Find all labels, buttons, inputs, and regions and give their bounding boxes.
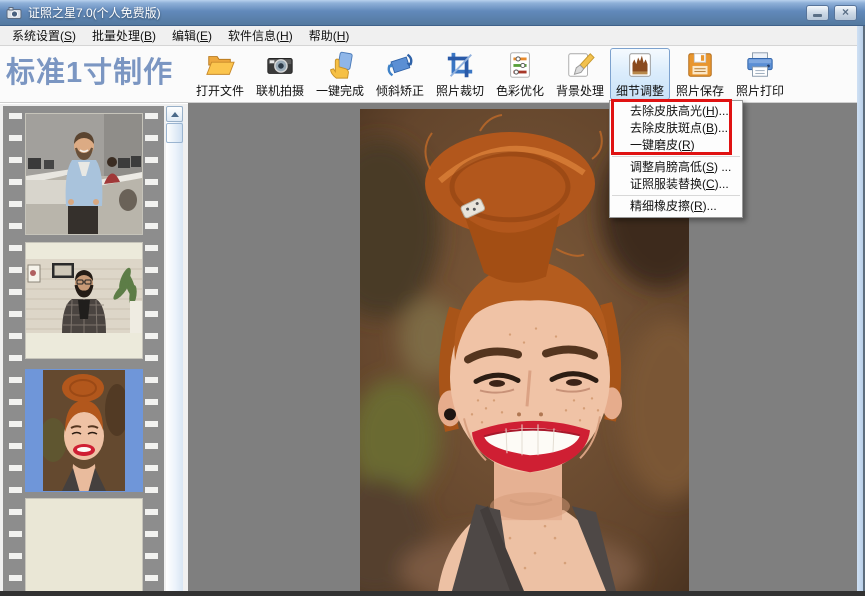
toolbar-button-label: 打开文件 <box>196 82 244 99</box>
crop-icon <box>445 50 475 80</box>
menu-text: 编辑( <box>172 29 200 43</box>
menubar: 系统设置(S) 批量处理(B) 编辑(E) 软件信息(H) 帮助(H) <box>0 26 865 46</box>
tilt-correct-icon <box>385 50 415 80</box>
toolbar-button-label: 一键完成 <box>316 82 364 99</box>
app-camera-icon <box>6 5 22 21</box>
menu-text: ) <box>345 29 349 43</box>
toolbar-button-detail-adjust[interactable]: 细节调整 <box>610 48 670 100</box>
close-button[interactable]: × <box>834 5 857 21</box>
menu-key: S <box>706 160 714 174</box>
menu-item-replace-id-clothes[interactable]: 证照服装替换(C)... <box>610 176 742 193</box>
thumbnail-bearded-man[interactable] <box>25 242 143 359</box>
menu-text: 软件信息( <box>228 29 280 43</box>
menu-item-adjust-shoulder-height[interactable]: 调整肩膀高低(S) ... <box>610 159 742 176</box>
toolbar-button-one-click-finish[interactable]: 一键完成 <box>310 48 370 100</box>
menu-text: 精细橡皮擦( <box>630 199 694 213</box>
menu-text: ) <box>289 29 293 43</box>
film-sprocket-holes <box>145 108 158 591</box>
toolbar-button-label: 细节调整 <box>616 82 664 99</box>
filmstrip-scrollbar[interactable] <box>166 106 183 591</box>
titlebar: 证照之星7.0(个人免费版) × <box>0 0 865 26</box>
thumbnail-redhead-woman-selected[interactable] <box>25 369 143 492</box>
photo-canvas <box>188 103 857 591</box>
menu-text: ) ... <box>714 160 731 174</box>
menu-text: 证照服装替换( <box>630 177 706 191</box>
menubar-item-edit[interactable]: 编辑(E) <box>164 27 220 44</box>
menu-key: S <box>64 29 72 43</box>
close-icon: × <box>842 6 849 18</box>
thumbnail-office-man[interactable] <box>25 113 143 235</box>
toolbar-button-label: 照片打印 <box>736 82 784 99</box>
scroll-up-button[interactable] <box>166 106 183 122</box>
printer-icon <box>745 50 775 80</box>
menu-key: H <box>280 29 289 43</box>
menu-text: 帮助( <box>309 29 337 43</box>
menu-text: )... <box>715 177 729 191</box>
menubar-item-software-info[interactable]: 软件信息(H) <box>220 27 301 44</box>
page-title: 标准1寸制作 <box>0 46 190 100</box>
color-sliders-icon <box>505 50 535 80</box>
menu-key: R <box>694 199 703 213</box>
menu-item-fine-eraser[interactable]: 精细橡皮擦(R)... <box>610 198 742 215</box>
window-title: 证照之星7.0(个人免费版) <box>28 4 161 21</box>
toolbar-button-tilt-correct[interactable]: 倾斜矫正 <box>370 48 430 100</box>
toolbar-button-tethered-shoot[interactable]: 联机拍摄 <box>250 48 310 100</box>
menu-text: 调整肩膀高低( <box>630 160 706 174</box>
menu-text: ) <box>72 29 76 43</box>
window-right-border <box>857 26 865 596</box>
menu-text: ) <box>152 29 156 43</box>
menu-key: B <box>144 29 152 43</box>
toolbar-button-label: 照片裁切 <box>436 82 484 99</box>
toolbar-button-label: 照片保存 <box>676 82 724 99</box>
menu-key: C <box>706 177 715 191</box>
toolbar: 标准1寸制作 打开文件 联机拍摄 一键完成 倾斜矫正 照片裁切 色彩优化 背景处… <box>0 46 865 103</box>
toolbar-button-print-photo[interactable]: 照片打印 <box>730 48 790 100</box>
histogram-icon <box>625 50 655 80</box>
menu-separator <box>612 156 740 157</box>
one-click-hand-icon <box>325 50 355 80</box>
camera-icon <box>265 50 295 80</box>
menu-text: )... <box>703 199 717 213</box>
toolbar-button-label: 背景处理 <box>556 82 604 99</box>
toolbar-button-crop[interactable]: 照片裁切 <box>430 48 490 100</box>
toolbar-button-save-photo[interactable]: 照片保存 <box>670 48 730 100</box>
menubar-item-system-settings[interactable]: 系统设置(S) <box>4 27 84 44</box>
minimize-button[interactable] <box>806 5 829 21</box>
toolbar-button-background-process[interactable]: 背景处理 <box>550 48 610 100</box>
film-sprocket-holes <box>9 108 22 591</box>
filmstrip <box>3 106 164 591</box>
annotation-red-box <box>611 99 732 155</box>
menu-text: 系统设置( <box>12 29 64 43</box>
toolbar-button-color-optimize[interactable]: 色彩优化 <box>490 48 550 100</box>
scrollbar-thumb[interactable] <box>166 123 183 143</box>
menu-text: 批量处理( <box>92 29 144 43</box>
app-window: 证照之星7.0(个人免费版) × 系统设置(S) 批量处理(B) 编辑(E) 软… <box>0 0 865 596</box>
toolbar-button-label: 倾斜矫正 <box>376 82 424 99</box>
menu-key: E <box>200 29 208 43</box>
open-folder-icon <box>205 50 235 80</box>
toolbar-button-label: 色彩优化 <box>496 82 544 99</box>
menubar-item-help[interactable]: 帮助(H) <box>301 27 358 44</box>
background-brush-icon <box>565 50 595 80</box>
filmstrip-sidebar <box>0 103 188 591</box>
save-floppy-icon <box>685 50 715 80</box>
menubar-item-batch-process[interactable]: 批量处理(B) <box>84 27 164 44</box>
toolbar-button-open-file[interactable]: 打开文件 <box>190 48 250 100</box>
chevron-up-icon <box>171 112 179 117</box>
window-controls: × <box>806 5 859 21</box>
menu-separator <box>612 195 740 196</box>
thumbnail-empty <box>25 498 143 592</box>
minimize-icon <box>813 14 822 17</box>
selected-thumbnail-photo <box>43 370 125 492</box>
menu-text: ) <box>208 29 212 43</box>
toolbar-button-label: 联机拍摄 <box>256 82 304 99</box>
window-bottom-edge <box>0 591 865 596</box>
